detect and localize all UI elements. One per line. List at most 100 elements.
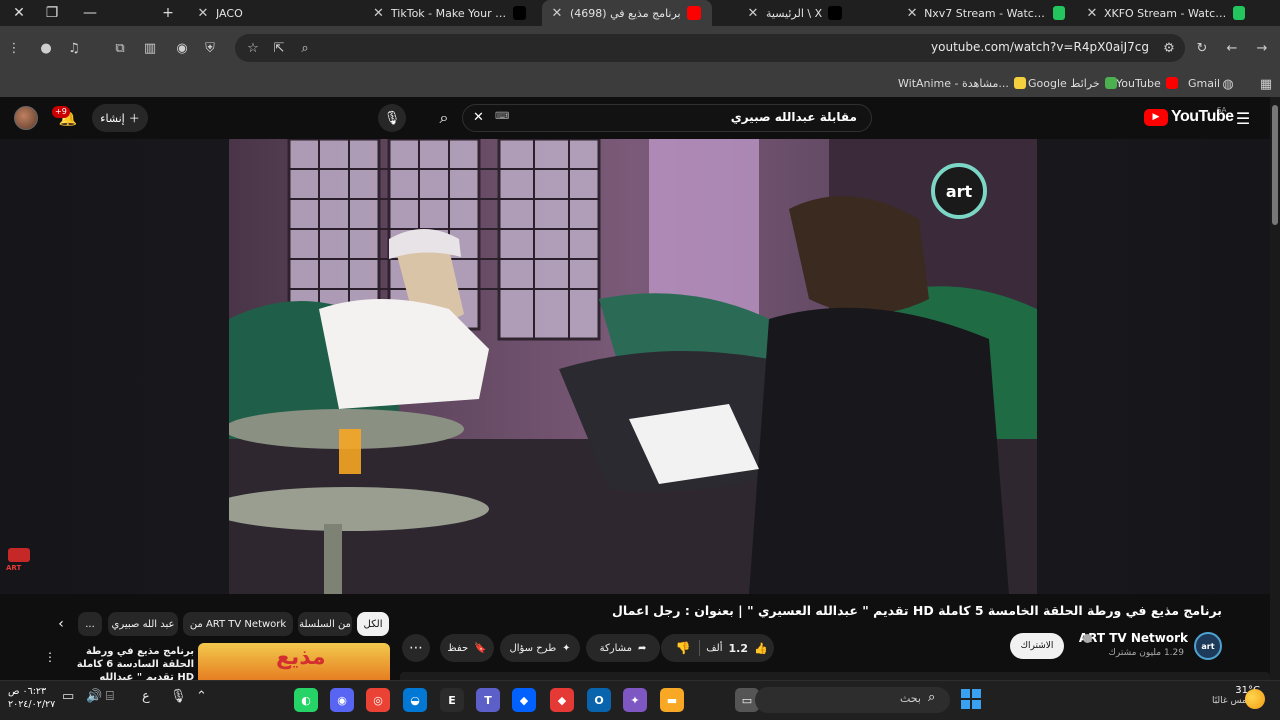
outlook-icon[interactable]: O [587,688,611,712]
voice-search-mic-icon[interactable]: 🎙 [378,104,406,132]
tab-close-icon[interactable]: ✕ [1086,6,1098,21]
more-actions-icon[interactable]: ⋯ [402,634,430,662]
forward-icon[interactable]: → [1252,38,1272,58]
tab-xkfo[interactable]: ✕ XKFO Stream - Watch Live [1078,0,1253,26]
tab-tiktok[interactable]: ✕ TikTok - Make Your Day [364,0,534,26]
epic-games-icon[interactable]: E [440,688,464,712]
microphone-icon[interactable]: 🎙 [170,689,187,704]
reload-icon[interactable]: ↻ [1192,38,1212,58]
teams-icon[interactable]: T [476,688,500,712]
channel-avatar[interactable]: art [1194,632,1222,660]
system-clock[interactable]: ٠٦:٢٣ ص ٢٠٢٤/٠٢/٢٧ [8,685,55,711]
watermark-label: ART [6,564,22,572]
notification-count: +9 [52,106,70,118]
window-restore-icon[interactable]: ❐ [33,0,71,26]
create-button[interactable]: إنشاء ＋ [92,104,148,132]
tab-close-icon[interactable]: ✕ [550,6,564,21]
bookmark-witanime[interactable]: WitAnime - مشاهدة... [898,74,1026,92]
like-button[interactable]: ألف 1.2 👍 [700,634,774,662]
verified-icon [1083,634,1092,643]
tab-x-home[interactable]: ✕ الرئيسية \ X [738,0,888,26]
bookmark-gmail[interactable]: Gmail [1188,74,1220,92]
chip-from-series[interactable]: من السلسلة [298,612,352,636]
dislike-button[interactable]: 👎 [668,634,698,662]
battery-icon[interactable]: ▭ [62,689,74,704]
discord-icon[interactable]: ◉ [330,688,354,712]
like-divider [699,640,700,656]
adblock-icon[interactable]: ◉ [172,38,192,58]
comments-section-edge [400,672,1270,680]
tab-close-icon[interactable]: ✕ [746,6,760,21]
window-minimize-icon[interactable]: — [71,0,109,26]
subscribe-button[interactable]: الاشتراك [1010,633,1064,659]
avatar[interactable] [14,106,38,130]
tiktok-icon [513,6,527,20]
chip-more[interactable]: ... [78,612,102,636]
tab-close-icon[interactable]: ✕ [372,6,385,21]
tab-nxv7[interactable]: ✕ Nxv7 Stream - Watch Live [898,0,1073,26]
url-text: youtube.com/watch?v=R4pX0aiJ7cg [931,40,1149,54]
extensions-icon[interactable]: ⧉ [110,38,130,58]
media-icon[interactable]: ♫ [64,38,84,58]
maps-icon [1104,77,1117,89]
apps-grid-icon[interactable]: ▦ [1256,74,1276,94]
search-icon: ⌕ [928,690,936,705]
share-button[interactable]: مشاركة ➦ [586,634,660,662]
network-icon[interactable]: ⌸ [106,689,114,704]
profile-icon[interactable]: ● [36,38,56,58]
x-icon [828,6,843,20]
windows-start-icon[interactable] [961,689,981,709]
search-input[interactable]: ✕ ⌨ مقابلة عبدالله صبيري [462,104,872,132]
hamburger-menu-icon[interactable]: ☰ [1232,107,1254,129]
ask-button[interactable]: طرح سؤال ✦ [500,634,580,662]
kick-icon [1052,6,1066,20]
dropbox-icon[interactable]: ◆ [512,688,536,712]
bookmark-icon: 🔖 [474,642,487,654]
site-settings-icon[interactable]: ⚙ [1159,38,1179,58]
chrome-icon[interactable]: ◎ [366,688,390,712]
keyboard-icon[interactable]: ⌨ [495,111,509,122]
browser-menu-icon[interactable]: ⋮ [4,38,24,58]
bookmark-youtube[interactable]: YouTube [1116,74,1178,92]
video-player[interactable]: art [229,139,1037,594]
chevron-up-icon[interactable]: ⌃ [196,689,207,704]
tab-close-icon[interactable]: ✕ [196,6,210,21]
chip-all[interactable]: الكل [357,612,389,636]
tab-jaco[interactable]: ✕ JACO [188,0,338,26]
chevron-left-icon[interactable]: ‹ [50,612,72,636]
channel-name[interactable]: ART TV Network [1060,631,1188,645]
bookmark-maps[interactable]: Google خرائط [1028,74,1117,92]
tab-youtube[interactable]: ✕ (4698) برنامج مذيع في [542,0,712,26]
chip-from-channel[interactable]: من ART TV Network [183,612,293,636]
search-icon[interactable]: ⌕ [424,104,464,132]
tab-close-icon[interactable]: ✕ [906,6,918,21]
region-code: SA [1217,106,1227,114]
sparkle-icon: ✦ [562,642,571,654]
copilot-icon[interactable]: ✦ [623,688,647,712]
bookmark-star-icon[interactable]: ☆ [243,38,263,58]
globe-icon[interactable]: ◍ [1218,74,1238,94]
file-explorer-icon[interactable]: ▬ [660,688,684,712]
chip-related[interactable]: عبد الله صبيري [108,612,178,636]
save-button[interactable]: حفظ 🔖 [440,634,494,662]
new-tab-icon[interactable]: + [149,0,187,26]
input-language[interactable]: ع [142,689,150,704]
scrollbar-thumb[interactable] [1272,105,1278,225]
shield-icon[interactable]: ⛨ [200,38,220,58]
share-page-icon[interactable]: ⇱ [269,38,289,58]
zoom-icon[interactable]: ⌕ [295,38,315,58]
kick-icon [1233,6,1245,20]
thumbs-down-icon: 👎 [675,641,691,655]
whatsapp-icon[interactable]: ◐ [294,688,318,712]
clear-search-icon[interactable]: ✕ [473,110,484,125]
witanime-icon [1013,77,1026,89]
back-icon[interactable]: ← [1222,38,1242,58]
edge-icon[interactable]: ◒ [403,688,427,712]
app-icon[interactable]: ◆ [550,688,574,712]
extension-icon[interactable]: ▥ [140,38,160,58]
recommended-more-icon[interactable]: ⋮ [44,648,56,666]
video-frame: art [229,139,1037,594]
address-bar[interactable]: ☆ ⇱ ⌕ youtube.com/watch?v=R4pX0aiJ7cg ⚙ [235,34,1185,62]
thumbs-up-icon: 👍 [753,641,768,655]
speaker-icon[interactable]: 🔊 [86,689,102,704]
